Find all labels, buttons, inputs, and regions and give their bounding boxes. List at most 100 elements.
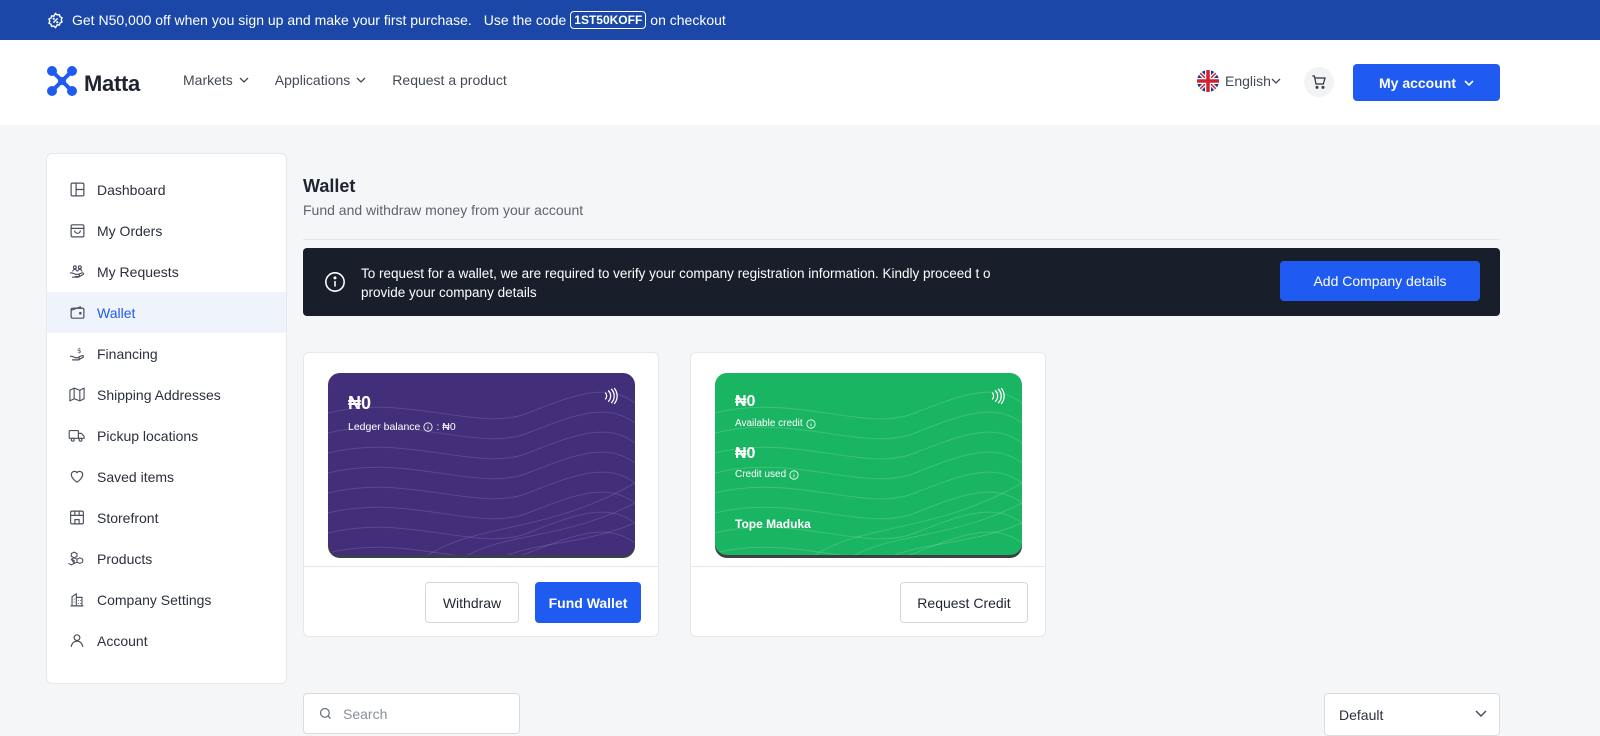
sidebar-item-products[interactable]: Products [47,538,286,579]
ledger-balance-row: Ledger balance : ₦0 [348,421,456,433]
info-icon [423,422,433,432]
logo-text: Matta [84,70,140,96]
sidebar-item-label: Company Settings [97,591,212,608]
sidebar-item-pickup-locations[interactable]: Pickup locations [47,415,286,456]
divider [303,239,1500,240]
matta-logo-icon [46,65,78,102]
svg-text:$: $ [77,346,82,355]
sidebar-item-shipping-addresses[interactable]: Shipping Addresses [47,374,286,415]
financing-icon: $ [67,344,87,364]
sidebar-item-my-orders[interactable]: My Orders [47,210,286,251]
nav-applications[interactable]: Applications [275,72,367,88]
withdraw-button[interactable]: Withdraw [425,582,519,623]
nav-request-product-label: Request a product [392,72,507,88]
promo-code: 1ST50KOFF [570,11,647,29]
language-selector[interactable]: English [1197,70,1281,92]
sidebar-item-label: Dashboard [97,181,166,198]
credit-card-panel: ₦0 Available credit ₦0 Credit used Tope … [690,352,1046,637]
sidebar-item-my-requests[interactable]: My Requests [47,251,286,292]
my-account-button[interactable]: My account [1353,64,1500,101]
sidebar-item-label: Wallet [97,304,136,321]
sidebar: Dashboard My Orders My Requests Wallet $… [46,153,287,684]
promo-code-prefix: Use the code [483,12,567,28]
sidebar-item-financing[interactable]: $ Financing [47,333,286,374]
chevron-down-icon [239,77,249,83]
map-icon [67,385,87,405]
sidebar-item-saved-items[interactable]: Saved items [47,456,286,497]
sidebar-item-storefront[interactable]: Storefront [47,497,286,538]
credit-card: ₦0 Available credit ₦0 Credit used Tope … [715,373,1022,555]
credit-used-amount: ₦0 [735,445,756,462]
promo-code-suffix: on checkout [650,12,726,28]
layout-icon [67,180,87,200]
sidebar-item-label: My Requests [97,263,179,280]
card-owner-name: Tope Maduka [735,517,811,531]
search-box[interactable] [303,693,520,734]
sidebar-item-company-settings[interactable]: Company Settings [47,579,286,620]
page-subtitle: Fund and withdraw money from your accoun… [303,202,584,218]
chevron-down-icon [356,77,366,83]
contactless-icon [991,387,1005,405]
credit-used-label: Credit used [735,469,787,480]
sidebar-item-label: My Orders [97,222,163,239]
sidebar-item-account[interactable]: Account [47,620,286,661]
building-icon [67,590,87,610]
search-input[interactable] [343,705,513,722]
card-divider [691,566,1045,567]
sidebar-item-label: Pickup locations [97,427,199,444]
page-title: Wallet [303,176,356,196]
notice-text: To request for a wallet, we are required… [361,266,991,300]
sidebar-item-label: Account [97,632,148,649]
wallet-card-panel: ₦0 Ledger balance : ₦0 Withdraw Fund Wal… [303,352,659,637]
sidebar-item-dashboard[interactable]: Dashboard [47,169,286,210]
sidebar-item-label: Storefront [97,509,159,526]
info-icon [806,418,816,429]
fund-wallet-button[interactable]: Fund Wallet [535,582,641,623]
search-icon [319,707,331,719]
promo-text: Get N50,000 off when you sign up and mak… [72,12,472,28]
info-icon [789,469,799,480]
ledger-balance-value: : ₦0 [436,421,456,433]
cart-button[interactable] [1304,67,1334,97]
available-credit-label: Available credit [735,418,803,429]
chevron-down-icon [1271,78,1281,84]
chevron-down-icon [1475,710,1487,717]
chevron-down-icon [1464,79,1474,86]
sidebar-item-label: Financing [97,345,158,362]
sidebar-item-wallet[interactable]: Wallet [47,292,286,333]
language-label: English [1225,73,1271,89]
nav-applications-label: Applications [274,72,351,88]
card-divider [304,566,658,567]
promo-banner: Get N50,000 off when you sign up and mak… [0,0,1600,40]
nav-markets[interactable]: Markets [183,72,249,88]
main-nav: Markets Applications Request a product [183,72,533,88]
sidebar-item-label: Products [97,550,153,567]
wallet-icon [67,303,87,323]
shopping-bag-icon [67,221,87,241]
uk-flag-icon [1197,70,1219,92]
credit-used-row: Credit used [735,469,802,480]
wallet-balance: ₦0 [348,393,372,413]
truck-icon [67,426,87,446]
request-credit-button[interactable]: Request Credit [900,582,1028,623]
hand-request-icon [67,262,87,282]
storefront-icon [67,508,87,528]
sort-select-value: Default [1339,706,1384,723]
ledger-balance-label: Ledger balance [348,421,421,433]
sidebar-item-label: Saved items [97,468,175,485]
wave-pattern [328,391,635,555]
nav-request-product[interactable]: Request a product [392,72,506,88]
info-icon [324,271,346,298]
cart-icon [1312,75,1326,89]
boxes-icon [67,549,87,569]
available-credit-row: Available credit [735,418,819,429]
top-header: Matta Markets Applications Request a pro… [0,40,1600,125]
add-company-details-button[interactable]: Add Company details [1280,261,1480,301]
verification-notice: To request for a wallet, we are required… [303,248,1500,316]
sort-select[interactable]: Default [1324,693,1500,736]
nav-markets-label: Markets [183,72,233,88]
contactless-icon [604,387,618,405]
user-icon [67,631,87,651]
logo[interactable]: Matta [46,65,140,102]
my-account-label: My account [1378,74,1456,91]
